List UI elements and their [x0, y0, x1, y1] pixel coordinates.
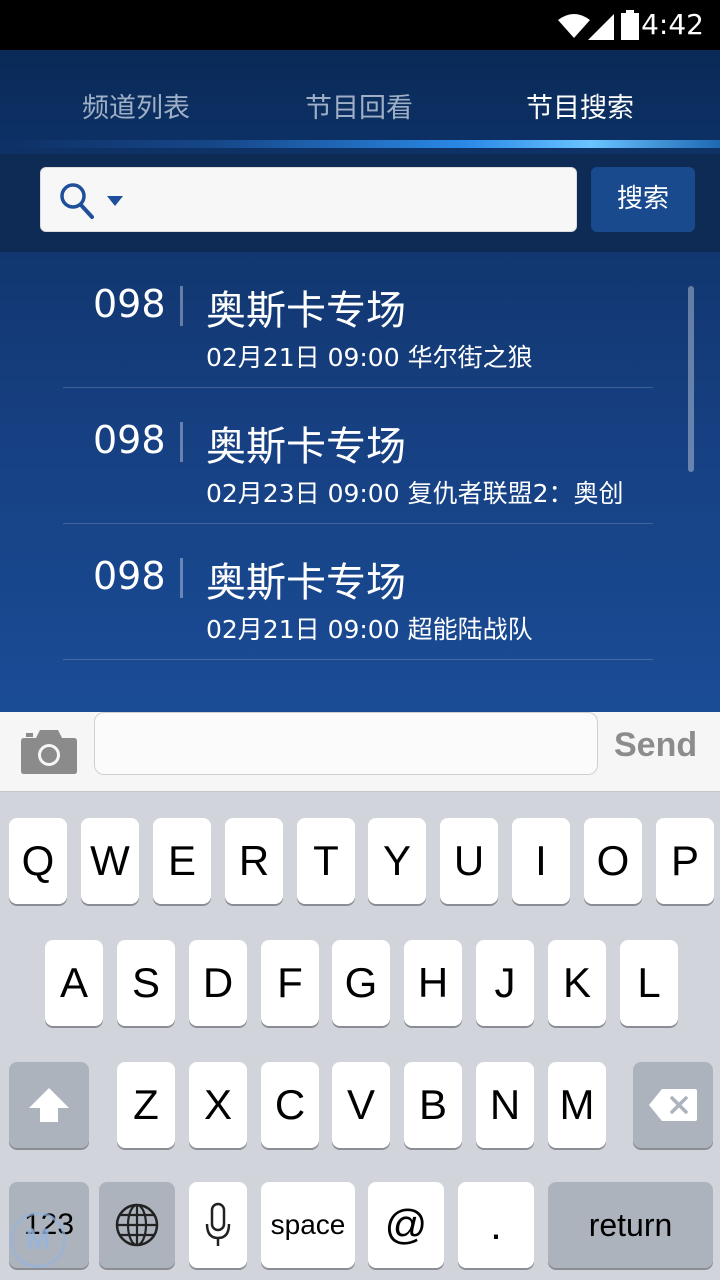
search-field[interactable]: [40, 167, 577, 232]
key-l[interactable]: L: [620, 940, 678, 1026]
channel-number: 098: [93, 554, 166, 598]
program-schedule: 02月23日 09:00 复仇者联盟2：奥创: [206, 479, 624, 508]
list-item[interactable]: 098 奥斯卡专场 02月21日 09:00 超能陆战队: [63, 524, 653, 660]
keyboard-area: Send Q W E R T Y U I O P A S D F G H J K…: [0, 712, 720, 1280]
key-w[interactable]: W: [81, 818, 139, 904]
channel-number: 098: [93, 282, 166, 326]
key-g[interactable]: G: [332, 940, 390, 1026]
shift-key[interactable]: [9, 1062, 89, 1148]
search-bar: 搜索: [0, 154, 720, 252]
key-z[interactable]: Z: [117, 1062, 175, 1148]
program-title: 奥斯卡专场: [206, 560, 406, 606]
return-key[interactable]: return: [548, 1182, 713, 1268]
key-n[interactable]: N: [476, 1062, 534, 1148]
key-b[interactable]: B: [404, 1062, 462, 1148]
key-e[interactable]: E: [153, 818, 211, 904]
program-schedule: 02月21日 09:00 超能陆战队: [206, 615, 533, 644]
key-k[interactable]: K: [548, 940, 606, 1026]
key-c[interactable]: C: [261, 1062, 319, 1148]
key-r[interactable]: R: [225, 818, 283, 904]
key-q[interactable]: Q: [9, 818, 67, 904]
key-t[interactable]: T: [297, 818, 355, 904]
search-icon[interactable]: [59, 182, 95, 220]
list-item[interactable]: 098 奥斯卡专场 02月23日 09:00 复仇者联盟2：奥创: [63, 388, 653, 524]
divider: [180, 422, 183, 462]
key-f[interactable]: F: [261, 940, 319, 1026]
send-button[interactable]: Send: [614, 726, 697, 765]
dot-key[interactable]: .: [458, 1182, 534, 1268]
list-item[interactable]: 098 奥斯卡专场 02月21日 09:00 华尔街之狼: [63, 252, 653, 388]
divider: [180, 286, 183, 326]
wifi-icon: [558, 14, 590, 38]
key-h[interactable]: H: [404, 940, 462, 1026]
microphone-key[interactable]: [189, 1182, 247, 1268]
key-i[interactable]: I: [512, 818, 570, 904]
backspace-icon: [649, 1089, 697, 1121]
key-u[interactable]: U: [440, 818, 498, 904]
active-tab-indicator: [0, 140, 720, 148]
globe-icon: [115, 1203, 159, 1247]
status-bar: 4:42: [0, 0, 720, 50]
signal-icon: [588, 14, 614, 40]
key-a[interactable]: A: [45, 940, 103, 1026]
results-list: 098 奥斯卡专场 02月21日 09:00 华尔街之狼 098 奥斯卡专场 0…: [0, 252, 720, 712]
watermark-logo: M: [10, 1212, 66, 1268]
chevron-down-icon[interactable]: [107, 196, 123, 206]
app-screen: 频道列表 节目回看 节目搜索 搜索 098 奥斯卡专场 02月21日 09:00…: [0, 50, 720, 712]
key-o[interactable]: O: [584, 818, 642, 904]
key-y[interactable]: Y: [368, 818, 426, 904]
at-key[interactable]: @: [368, 1182, 444, 1268]
key-j[interactable]: J: [476, 940, 534, 1026]
message-bar: Send: [0, 712, 720, 792]
space-key[interactable]: space: [261, 1182, 355, 1268]
program-schedule: 02月21日 09:00 华尔街之狼: [206, 343, 533, 372]
camera-icon[interactable]: [20, 724, 78, 776]
globe-key[interactable]: [99, 1182, 175, 1268]
key-m[interactable]: M: [548, 1062, 606, 1148]
microphone-icon: [205, 1202, 231, 1246]
scrollbar[interactable]: [688, 286, 694, 472]
tab-replay[interactable]: 节目回看: [305, 86, 413, 125]
shift-icon: [29, 1088, 69, 1122]
key-v[interactable]: V: [332, 1062, 390, 1148]
divider: [180, 558, 183, 598]
tab-bar: 频道列表 节目回看 节目搜索: [0, 50, 720, 148]
search-button[interactable]: 搜索: [591, 167, 695, 232]
channel-number: 098: [93, 418, 166, 462]
key-d[interactable]: D: [189, 940, 247, 1026]
tab-program-search[interactable]: 节目搜索: [526, 86, 634, 125]
message-input[interactable]: [94, 712, 598, 775]
status-time: 4:42: [641, 8, 704, 41]
search-input[interactable]: [131, 178, 561, 222]
tab-channel-list[interactable]: 频道列表: [82, 86, 190, 125]
backspace-key[interactable]: [633, 1062, 713, 1148]
key-p[interactable]: P: [656, 818, 714, 904]
key-x[interactable]: X: [189, 1062, 247, 1148]
battery-icon: [621, 10, 639, 40]
key-s[interactable]: S: [117, 940, 175, 1026]
program-title: 奥斯卡专场: [206, 424, 406, 470]
program-title: 奥斯卡专场: [206, 288, 406, 334]
